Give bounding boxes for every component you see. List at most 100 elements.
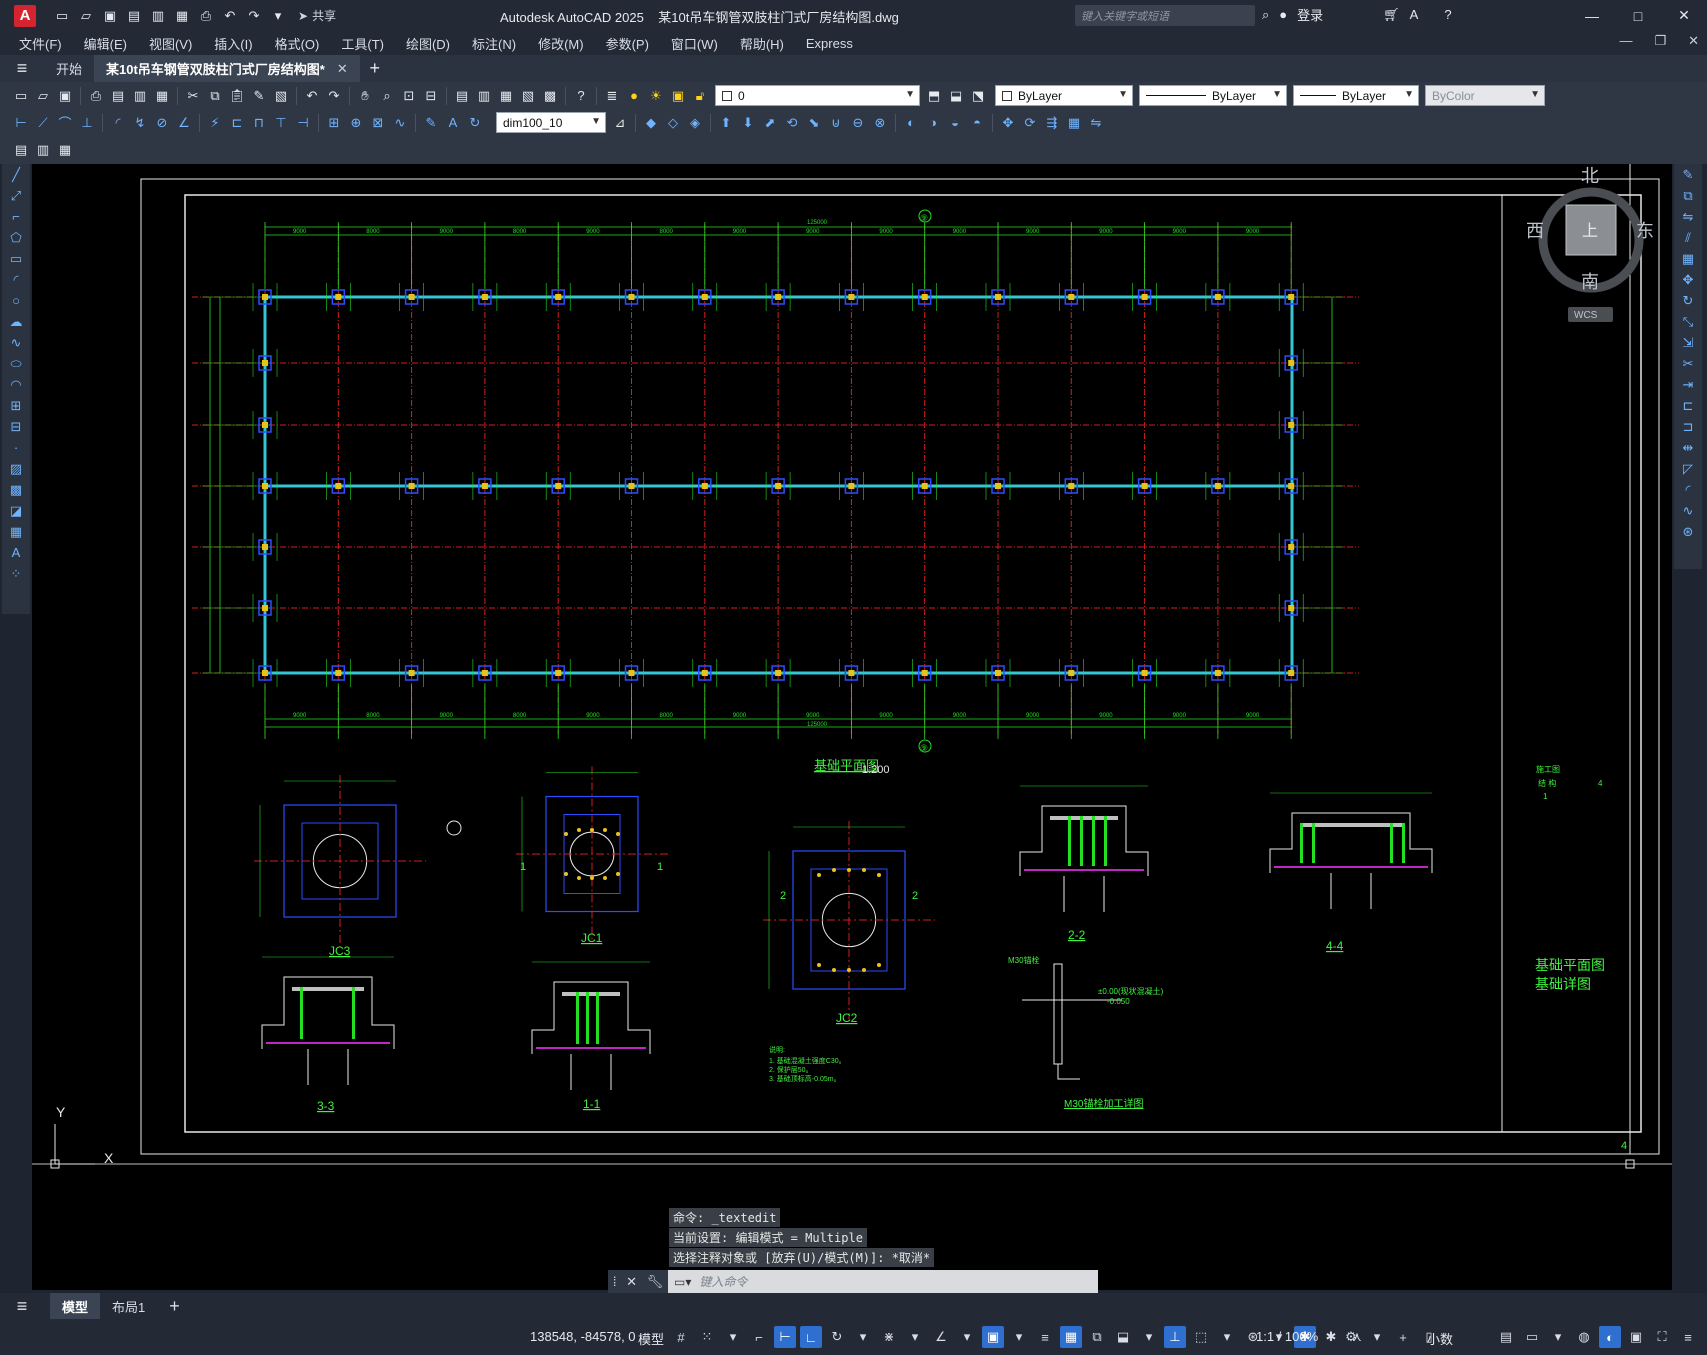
array-icon[interactable]: ▦ [1677,248,1699,269]
rectangle-icon[interactable]: ▭ [5,248,27,269]
close-tab-icon[interactable]: ✕ [337,61,348,77]
layer-previous-icon[interactable]: ⬓ [946,86,966,106]
polyline-icon[interactable]: ⌐ [5,206,27,227]
quick-properties-icon[interactable]: ▤ [1495,1326,1517,1348]
sweep-icon[interactable]: ⬈ [760,113,780,133]
scale-icon[interactable]: ⤡ [1677,311,1699,332]
region-icon[interactable]: ◪ [5,500,27,521]
chamfer-icon[interactable]: ◸ [1677,458,1699,479]
menu-item-7[interactable]: 标注(N) [461,34,527,53]
menu-item-1[interactable]: 编辑(E) [73,34,138,53]
insert-block-icon[interactable]: ⊞ [5,395,27,416]
layer-on-icon[interactable]: ● [624,86,644,106]
menu-item-11[interactable]: 帮助(H) [729,34,795,53]
snap-menu-icon[interactable]: ▾ [722,1326,744,1348]
doc-restore-icon[interactable]: ❐ [1654,33,1666,49]
redo-icon[interactable]: ↷ [244,6,264,26]
graphics-performance-icon[interactable]: ◐ [1599,1326,1621,1348]
linetype-dropdown[interactable]: ByLayer ▼ [1139,85,1287,106]
tab-model[interactable]: 模型 [50,1293,101,1319]
new-icon[interactable]: ▭ [11,86,31,106]
publish-icon[interactable]: ▥ [148,6,168,26]
menu-item-2[interactable]: 视图(V) [138,34,203,53]
dim-space-icon[interactable]: ⊤ [271,113,291,133]
command-input[interactable]: 键入命令 [691,1273,747,1290]
help-icon[interactable]: ? [1444,7,1451,22]
presspull-icon[interactable]: ⬇ [738,113,758,133]
erase-icon[interactable]: ✎ [1677,164,1699,185]
rotate-icon[interactable]: ↻ [1677,290,1699,311]
properties-icon[interactable]: ▤ [452,86,472,106]
layer-viewport-icon[interactable]: ▣ [668,86,688,106]
viewcube-north[interactable]: 北 [1581,166,1599,186]
user-icon[interactable]: ● [1279,7,1287,22]
dynamic-input-icon[interactable]: ⊢ [774,1326,796,1348]
gradient-icon[interactable]: ▩ [5,479,27,500]
baseline-dim-icon[interactable]: ⊏ [227,113,247,133]
menu-item-4[interactable]: 格式(O) [264,34,331,53]
customization-icon[interactable]: ≡ [1677,1326,1699,1348]
coordinates-readout[interactable]: 138548, -84578, 0 [530,1329,636,1344]
close-icon[interactable]: ✕ [1661,0,1707,31]
menu-item-9[interactable]: 参数(P) [595,34,660,53]
3d-align-icon[interactable]: ⇶ [1042,113,1062,133]
drawing-canvas[interactable]: 9000 9000 8000 8000 9000 9000 8000 8000 9000 9000… [32,164,1672,1290]
design-center-icon[interactable]: ▥ [474,86,494,106]
move-icon[interactable]: ✥ [1677,269,1699,290]
menu-item-8[interactable]: 修改(M) [527,34,595,53]
polygon-icon[interactable]: ⬠ [5,227,27,248]
3d-osnap-menu-icon[interactable]: ▾ [1138,1326,1160,1348]
offset-icon[interactable]: ⫽ [1677,227,1699,248]
angular-dim-icon[interactable]: ∠ [174,113,194,133]
dynamic-ucs-icon[interactable]: ⊥ [1164,1326,1186,1348]
open-folder-icon[interactable]: ▱ [76,6,96,26]
linear-dim-icon[interactable]: ⊢ [11,113,31,133]
table-icon[interactable]: ▦ [5,521,27,542]
plot-preview-icon[interactable]: ▤ [108,86,128,106]
search-icon[interactable]: ⌕ [1262,7,1269,23]
circle-icon[interactable]: ○ [5,290,27,311]
clean-screen-icon[interactable]: ⛶ [1651,1326,1673,1348]
insert-table-icon[interactable]: ▤ [11,140,31,160]
new-tab-icon[interactable]: + [360,58,390,79]
viewcube-east[interactable]: 东 [1636,221,1654,241]
customize-icon[interactable]: 🔧︎ [647,1274,664,1290]
annotation-monitor-icon[interactable]: + [1392,1326,1414,1348]
sheet-set-icon[interactable]: ▧ [518,86,538,106]
join-icon[interactable]: ⇹ [1677,437,1699,458]
inspection-icon[interactable]: ⊠ [368,113,388,133]
layout-menu-icon[interactable]: ≡ [0,1293,44,1319]
close-cmd-icon[interactable]: ✕ [626,1274,637,1290]
arc-length-icon[interactable]: ⌒ [55,113,75,133]
ellipse-icon[interactable]: ⬭ [5,353,27,374]
zoom-window-icon[interactable]: ⊡ [399,86,419,106]
dim-text-edit-icon[interactable]: A [443,113,463,133]
login-button[interactable]: 登录 [1297,5,1323,24]
loft-icon[interactable]: ⬊ [804,113,824,133]
revolve-icon[interactable]: ⟲ [782,113,802,133]
3d-move-icon[interactable]: ✥ [998,113,1018,133]
3d-mirror-icon[interactable]: ⇋ [1086,113,1106,133]
save-as-icon[interactable]: ▤ [124,6,144,26]
save-icon[interactable]: ▣ [100,6,120,26]
cut-icon[interactable]: ✂ [183,86,203,106]
object-track-menu-icon[interactable]: ▾ [956,1326,978,1348]
open-icon[interactable]: ▱ [33,86,53,106]
line-icon[interactable]: ╱ [5,164,27,185]
autodesk-apps-icon[interactable]: A [1410,7,1419,22]
break-icon[interactable]: ⊐ [1677,416,1699,437]
solid-box-icon[interactable]: ◆ [641,113,661,133]
menu-item-10[interactable]: 窗口(W) [660,34,729,53]
add-layout-icon[interactable]: + [157,1293,192,1319]
explode-icon[interactable]: ⊛ [1677,521,1699,542]
shell-icon[interactable]: ◐ [901,113,921,133]
break-at-point-icon[interactable]: ⊏ [1677,395,1699,416]
calculator-icon[interactable]: ▩ [540,86,560,106]
copy-icon[interactable]: ⧉ [205,86,225,106]
aligned-dim-icon[interactable]: ⟋ [33,113,53,133]
layer-dropdown[interactable]: 0 ▼ [715,85,920,106]
workspace-icon[interactable]: ⚙ [1340,1326,1362,1348]
mirror-icon[interactable]: ⇋ [1677,206,1699,227]
auto-scale-icon[interactable]: ✱ [1320,1326,1342,1348]
trim-icon[interactable]: ✂ [1677,353,1699,374]
